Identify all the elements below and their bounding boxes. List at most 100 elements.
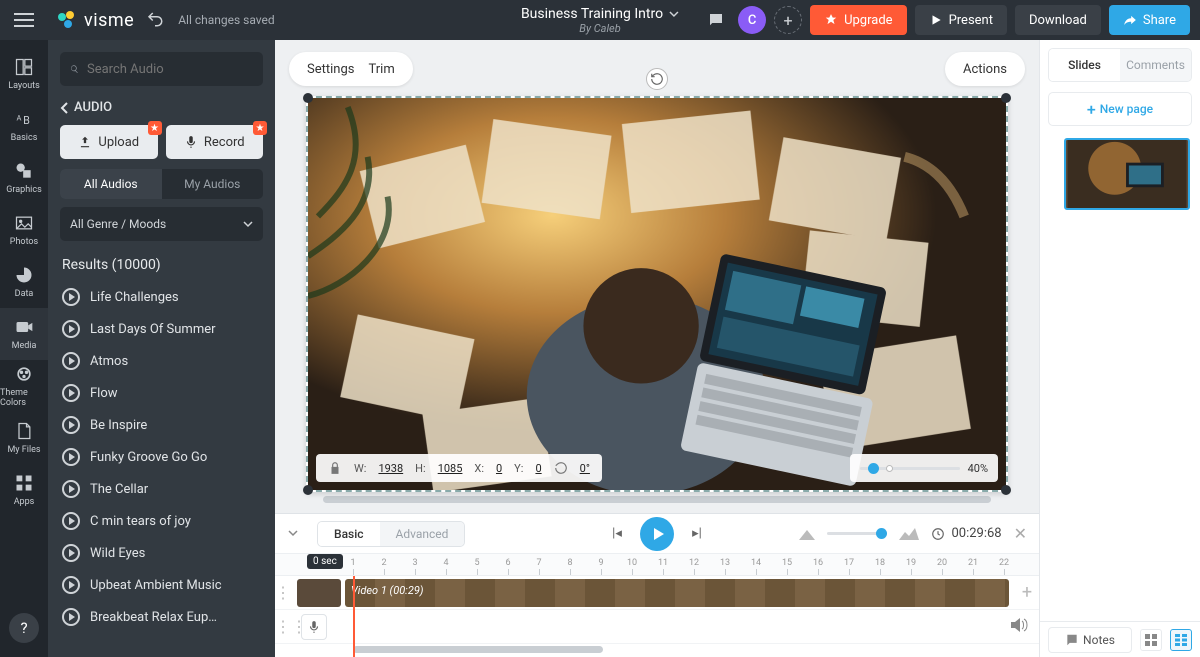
audio-track[interactable]: Flow — [54, 377, 269, 409]
notes-icon — [1065, 633, 1079, 647]
audio-track[interactable]: C min tears of joy — [54, 505, 269, 537]
menu-button[interactable] — [0, 13, 48, 27]
play-icon[interactable] — [62, 352, 80, 370]
upload-button[interactable]: Upload ★ — [60, 125, 158, 159]
nav-my-files[interactable]: My Files — [0, 412, 48, 464]
audio-track[interactable]: Life Challenges — [54, 281, 269, 313]
add-clip-button[interactable]: + — [1015, 581, 1039, 605]
play-icon[interactable] — [62, 608, 80, 626]
actions-menu[interactable]: Actions — [945, 52, 1025, 86]
undo-button[interactable] — [146, 10, 164, 31]
tab-my-audios[interactable]: My Audios — [162, 169, 264, 199]
prev-frame-button[interactable]: |◂ — [604, 521, 630, 547]
zoom-in-icon[interactable] — [899, 528, 919, 540]
tab-basic[interactable]: Basic — [318, 522, 380, 546]
audio-track[interactable]: Be Inspire — [54, 409, 269, 441]
present-button[interactable]: Present — [915, 5, 1007, 35]
collapse-timeline[interactable] — [287, 524, 307, 543]
record-button[interactable]: Record ★ — [166, 125, 264, 159]
lock-icon[interactable] — [328, 461, 342, 475]
audio-track[interactable]: Last Days Of Summer — [54, 313, 269, 345]
share-button[interactable]: Share — [1109, 5, 1190, 35]
resize-handle-br[interactable] — [1001, 485, 1011, 495]
timeline-ruler[interactable]: 0 sec 1234567891011121314151617181920212… — [275, 554, 1039, 576]
ruler-tick: 15 — [772, 558, 802, 568]
play-icon[interactable] — [62, 384, 80, 402]
ruler-tick: 13 — [710, 558, 740, 568]
x-value[interactable]: 0 — [496, 462, 502, 475]
play-icon[interactable] — [62, 544, 80, 562]
nav-graphics[interactable]: Graphics — [0, 152, 48, 204]
canvas-scrollbar[interactable] — [323, 496, 991, 503]
next-frame-button[interactable]: ▸| — [684, 521, 710, 547]
back-to-media[interactable]: AUDIO — [48, 92, 275, 125]
document-title[interactable]: Business Training Intro — [521, 6, 679, 22]
visme-logo-icon — [56, 9, 78, 31]
play-icon[interactable] — [62, 416, 80, 434]
audio-track[interactable]: Wild Eyes — [54, 537, 269, 569]
resize-handle-bl[interactable] — [303, 485, 313, 495]
audio-track[interactable]: Funky Groove Go Go — [54, 441, 269, 473]
play-icon[interactable] — [62, 288, 80, 306]
tab-all-audios[interactable]: All Audios — [60, 169, 162, 199]
tab-advanced[interactable]: Advanced — [380, 522, 465, 546]
grid-view-button[interactable] — [1140, 629, 1162, 651]
nav-data[interactable]: Data — [0, 256, 48, 308]
slide-thumbnail[interactable]: 1 — [1064, 138, 1190, 210]
tab-comments[interactable]: Comments — [1120, 49, 1191, 81]
zoom-slider[interactable] — [860, 467, 960, 470]
video-element[interactable] — [306, 96, 1008, 492]
settings-tab[interactable]: Settings — [307, 62, 354, 77]
ruler-tick: 8 — [555, 558, 585, 568]
search-audio[interactable] — [60, 52, 263, 86]
list-view-button[interactable] — [1170, 629, 1192, 651]
upgrade-button[interactable]: Upgrade — [810, 5, 906, 35]
height-value[interactable]: 1085 — [438, 462, 463, 475]
canvas-stage[interactable]: W:1938 H:1085 X:0 Y:0 0° 40% — [306, 96, 1008, 492]
genre-selector[interactable]: All Genre / Moods — [60, 207, 263, 241]
drag-handle-icon[interactable]: ⋮⋮ — [275, 583, 297, 602]
drag-handle-icon[interactable]: ⋮⋮ — [275, 617, 297, 636]
y-value[interactable]: 0 — [535, 462, 541, 475]
play-button[interactable] — [640, 517, 674, 551]
nav-layouts[interactable]: Layouts — [0, 48, 48, 100]
play-icon[interactable] — [62, 480, 80, 498]
play-icon[interactable] — [62, 512, 80, 530]
timeline-zoom-slider[interactable] — [827, 532, 887, 535]
timeline-scrollbar[interactable] — [353, 646, 603, 653]
playhead[interactable] — [353, 576, 355, 657]
tab-slides[interactable]: Slides — [1049, 49, 1120, 81]
audio-track[interactable]: The Cellar — [54, 473, 269, 505]
play-icon[interactable] — [62, 320, 80, 338]
resize-handle-tr[interactable] — [1001, 93, 1011, 103]
nav-theme-colors[interactable]: Theme Colors — [0, 360, 48, 412]
trim-tab[interactable]: Trim — [368, 62, 394, 77]
add-collaborator-button[interactable]: + — [774, 6, 802, 34]
play-icon[interactable] — [62, 448, 80, 466]
rotate-handle[interactable] — [646, 68, 668, 90]
nav-media[interactable]: Media — [0, 308, 48, 360]
comments-icon[interactable] — [702, 6, 730, 34]
new-page-button[interactable]: + New page — [1048, 92, 1192, 126]
record-audio-button[interactable] — [301, 614, 327, 640]
video-clip[interactable]: Video 1 (00:29) — [345, 579, 1009, 607]
audio-track[interactable]: Upbeat Ambient Music — [54, 569, 269, 601]
user-avatar[interactable]: C — [738, 6, 766, 34]
play-icon[interactable] — [62, 576, 80, 594]
nav-photos[interactable]: Photos — [0, 204, 48, 256]
zoom-out-icon[interactable] — [799, 528, 815, 540]
audio-track[interactable]: Breakbeat Relax Eup… — [54, 601, 269, 633]
search-input[interactable] — [87, 62, 253, 77]
width-value[interactable]: 1938 — [378, 462, 403, 475]
download-button[interactable]: Download — [1015, 5, 1101, 35]
notes-button[interactable]: Notes — [1048, 627, 1132, 653]
audio-track[interactable]: Atmos — [54, 345, 269, 377]
rotation-value[interactable]: 0° — [580, 462, 590, 475]
playhead-label[interactable]: 0 sec — [307, 554, 343, 569]
resize-handle-tl[interactable] — [303, 93, 313, 103]
close-timeline[interactable]: ✕ — [1014, 524, 1027, 543]
nav-basics[interactable]: ABBasics — [0, 100, 48, 152]
help-button[interactable]: ? — [9, 613, 39, 643]
volume-icon[interactable] — [1011, 617, 1029, 636]
nav-apps[interactable]: Apps — [0, 464, 48, 516]
